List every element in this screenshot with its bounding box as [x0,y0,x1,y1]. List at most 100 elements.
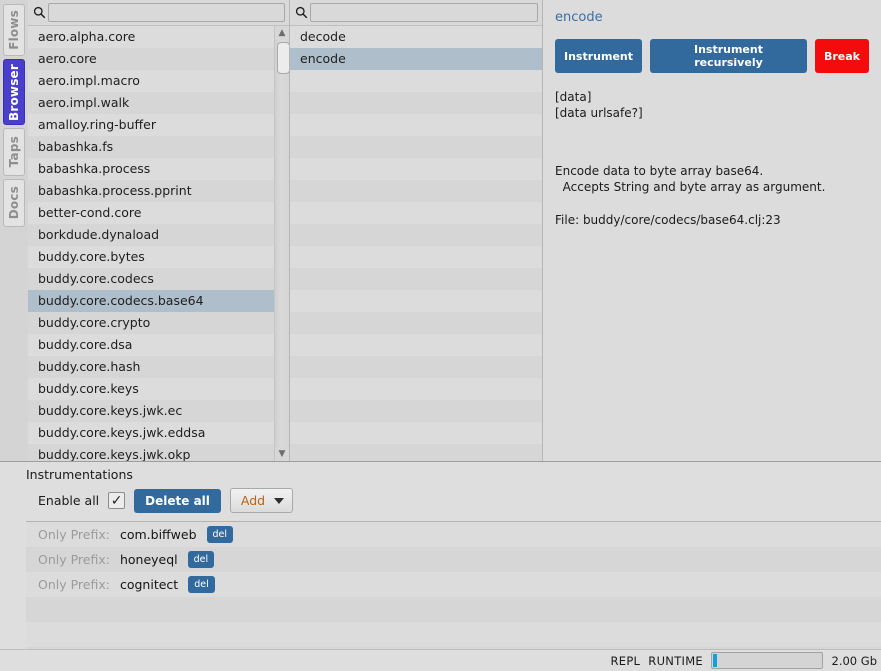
sidebar-tab-flows-label: Flows [7,10,21,50]
instrumentation-empty-row [26,597,881,622]
namespace-list-item[interactable]: amalloy.ring-buffer [28,114,274,136]
add-instrumentation-button[interactable]: Add [229,488,294,513]
vars-pane: decode encode [290,0,543,461]
scroll-up-arrow-icon[interactable]: ▲ [275,26,290,40]
var-arglists: [data] [data urlsafe?] [555,90,643,120]
var-list-empty-row [290,180,542,202]
search-icon [292,6,310,19]
namespace-list-item[interactable]: aero.impl.walk [28,92,274,114]
namespace-list-item[interactable]: aero.alpha.core [28,26,274,48]
namespace-list-item[interactable]: buddy.core.codecs [28,268,274,290]
delete-instrumentation-button[interactable]: del [187,551,215,568]
var-list-empty-row [290,246,542,268]
sidebar-tab-flows[interactable]: Flows [3,4,25,56]
var-list-empty-row [290,290,542,312]
memory-text: 2.00 Gb [831,653,877,668]
namespace-list-item[interactable]: better-cond.core [28,202,274,224]
namespace-list-item[interactable]: babashka.fs [28,136,274,158]
namespace-list-item[interactable]: borkdude.dynaload [28,224,274,246]
vars-list[interactable]: decode encode [290,26,542,461]
add-button-label: Add [240,493,266,508]
var-list-empty-row [290,114,542,136]
instrumentations-title: Instrumentations [26,467,133,482]
var-list-empty-row [290,202,542,224]
namespace-list-item[interactable]: buddy.core.keys.jwk.okp [28,444,274,461]
var-list-empty-row [290,444,542,461]
instrumentation-type-label: Only Prefix: [38,527,110,542]
delete-instrumentation-button[interactable]: del [188,576,215,593]
sidebar-tab-docs[interactable]: Docs [3,179,25,227]
var-list-item[interactable]: decode [290,26,542,48]
var-list-empty-row [290,70,542,92]
var-list-empty-row [290,268,542,290]
enable-all-label: Enable all [38,493,100,508]
namespace-list-item[interactable]: aero.impl.macro [28,70,274,92]
checkmark-icon: ✓ [110,492,123,509]
sidebar-tab-taps-label: Taps [7,136,21,168]
sidebar-tab-docs-label: Docs [7,186,21,220]
instrumentation-row[interactable]: Only Prefix: com.biffweb del [26,522,881,547]
instrumentation-value: com.biffweb [119,527,197,542]
search-icon [30,6,48,19]
instrument-button[interactable]: Instrument [555,39,642,73]
namespace-list-item[interactable]: babashka.process [28,158,274,180]
instrumentation-row[interactable]: Only Prefix: cognitect del [26,572,881,597]
instrumentations-section: Instrumentations Enable all ✓ Delete all… [0,461,881,649]
var-source-file: File: buddy/core/codecs/base64.clj:23 [555,213,781,227]
namespace-list-item[interactable]: buddy.core.crypto [28,312,274,334]
memory-progress-fill [713,654,717,667]
delete-instrumentation-button[interactable]: del [206,526,234,543]
status-bar: REPL RUNTIME 2.00 Gb [0,649,881,671]
namespace-list-item[interactable]: buddy.core.keys.jwk.eddsa [28,422,274,444]
var-list-empty-row [290,158,542,180]
instrumentation-row[interactable]: Only Prefix: honeyeql del [26,547,881,572]
namespaces-scroll-track[interactable] [274,40,289,447]
namespace-list-item[interactable]: aero.core [28,48,274,70]
memory-progress-bar[interactable] [711,652,823,669]
break-button[interactable]: Break [814,39,869,73]
instrumentation-empty-row [26,622,881,647]
namespaces-pane: aero.alpha.core aero.core aero.impl.macro a… [28,0,290,461]
instrument-recursively-button[interactable]: Instrument recursively [650,39,807,73]
var-list-empty-row [290,422,542,444]
namespace-list-item[interactable]: buddy.core.keys [28,378,274,400]
var-list-empty-row [290,136,542,158]
runtime-status-label: RUNTIME [648,653,703,668]
namespaces-searchbar [28,0,289,26]
vars-list-wrap: decode encode [290,26,542,461]
sidebar-tab-browser[interactable]: Browser [3,59,25,125]
namespace-list-item[interactable]: babashka.process.pprint [28,180,274,202]
namespaces-list[interactable]: aero.alpha.core aero.core aero.impl.macro a… [28,26,274,461]
sidebar-tab-browser-label: Browser [7,63,21,121]
enable-all-checkbox[interactable]: ✓ [108,492,126,509]
namespace-list-item[interactable]: buddy.core.dsa [28,334,274,356]
namespace-list-item[interactable]: buddy.core.keys.jwk.ec [28,400,274,422]
instrumentations-toolbar: Enable all ✓ Delete all Add [0,485,881,521]
var-list-empty-row [290,378,542,400]
namespaces-scrollbar[interactable]: ▲ ▼ [274,26,289,461]
var-list-empty-row [290,92,542,114]
namespaces-list-wrap: aero.alpha.core aero.core aero.impl.macro a… [28,26,289,461]
var-list-item[interactable]: encode [290,48,542,70]
namespace-list-item[interactable]: buddy.core.codecs.base64 [28,290,274,312]
main-tab-strip: Flows Browser Taps Docs [0,0,28,461]
var-detail-pane: encode Instrument Instrument recursively… [543,0,881,461]
flowstorm-window: Flows Browser Taps Docs aero.alpha.core … [0,0,881,671]
var-list-empty-row [290,224,542,246]
var-list-empty-row [290,356,542,378]
namespace-list-item[interactable]: buddy.core.bytes [28,246,274,268]
var-docstring: Encode data to byte array base64. Accept… [555,164,826,194]
var-list-empty-row [290,400,542,422]
scroll-down-arrow-icon[interactable]: ▼ [275,447,290,461]
sidebar-tab-taps[interactable]: Taps [3,128,25,176]
instrumentations-table: Only Prefix: com.biffweb del Only Prefix: ho… [26,521,881,649]
chevron-down-icon [274,497,285,504]
delete-all-button[interactable]: Delete all [134,488,221,513]
namespace-list-item[interactable]: buddy.core.hash [28,356,274,378]
instrumentation-value: cognitect [119,577,179,592]
namespaces-scroll-thumb[interactable] [276,42,289,74]
var-list-empty-row [290,334,542,356]
namespaces-search-input[interactable] [48,3,285,22]
instrumentation-type-label: Only Prefix: [38,577,110,592]
vars-search-input[interactable] [310,3,538,22]
